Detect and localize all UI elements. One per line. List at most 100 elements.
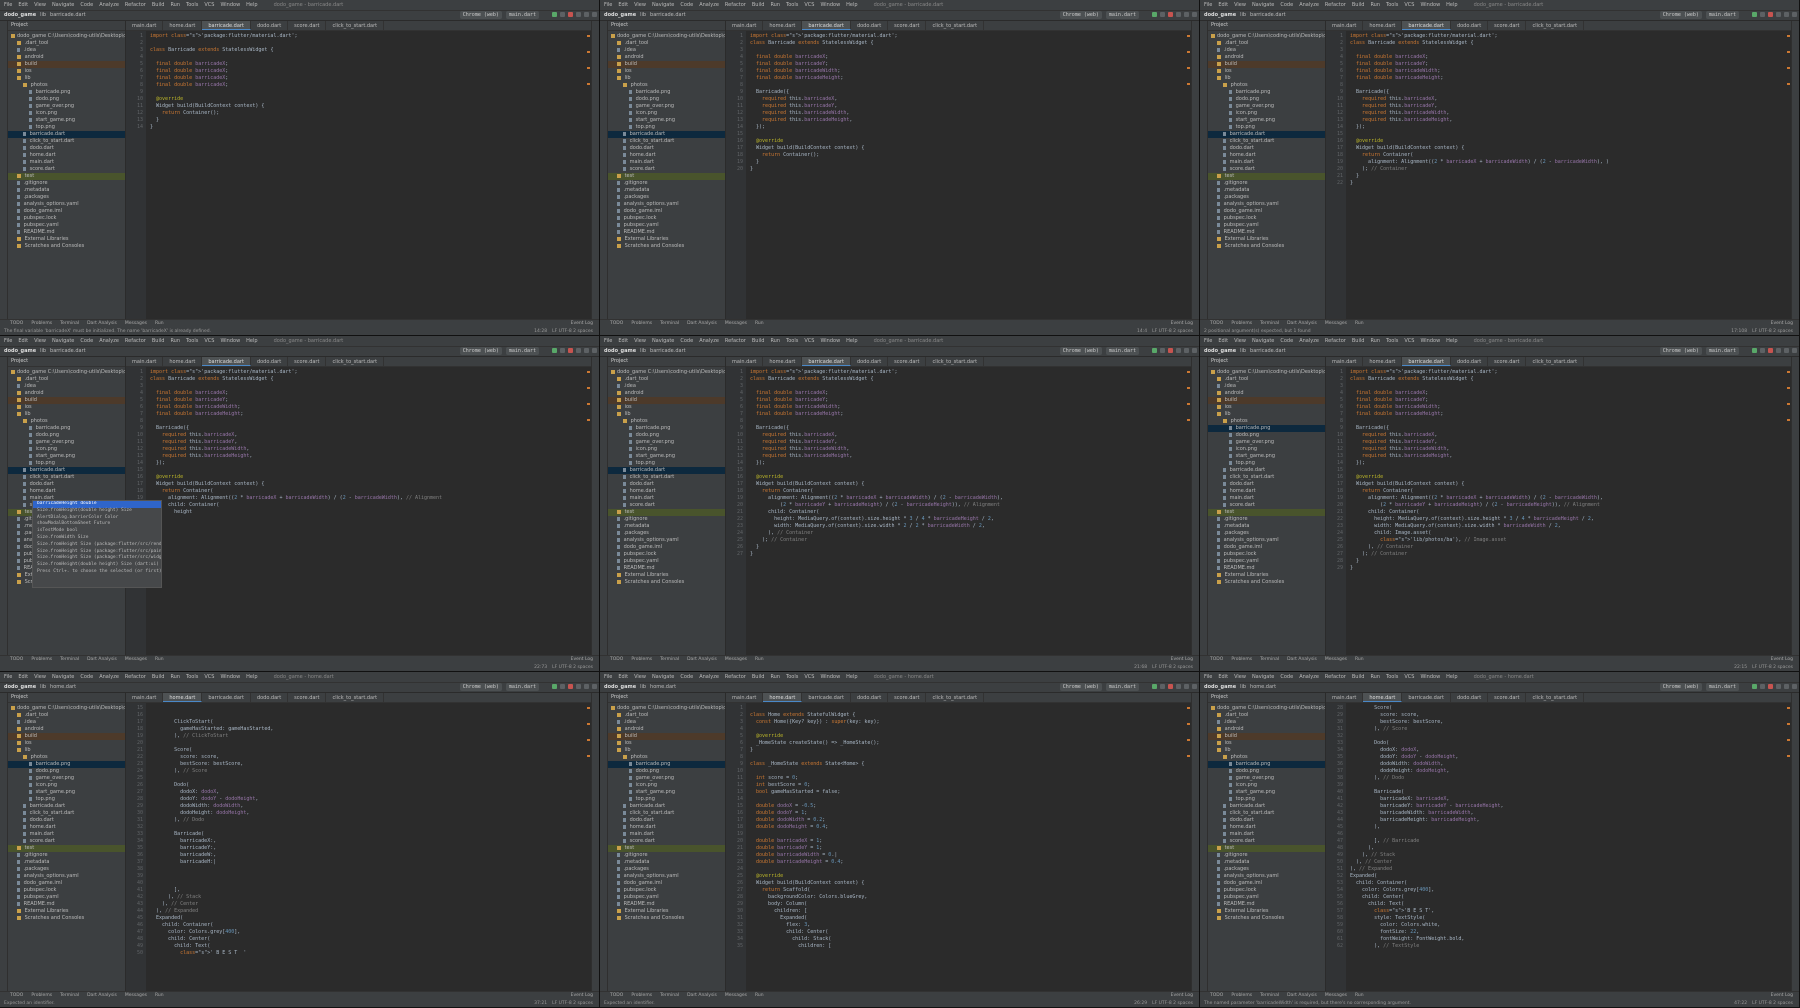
settings-icon[interactable] xyxy=(592,348,597,353)
tree-item[interactable]: dodo_game C:\Users\coding-utils\Desktop\… xyxy=(608,705,725,712)
menu-item-code[interactable]: Code xyxy=(80,2,93,9)
menu-item-analyze[interactable]: Analyze xyxy=(699,2,719,9)
tree-item[interactable]: android xyxy=(8,726,125,733)
encoding-indicator[interactable]: LF UTF-8 2 spaces xyxy=(552,665,593,670)
breadcrumb-item[interactable]: dodo_game xyxy=(1204,348,1236,355)
cursor-position[interactable]: 14:4 xyxy=(1137,329,1147,334)
encoding-indicator[interactable]: LF UTF-8 2 spaces xyxy=(552,329,593,334)
tab-score[interactable]: score.dart xyxy=(288,357,327,366)
tree-item[interactable]: .idea xyxy=(8,47,125,54)
code-text[interactable]: class Home extends StatefulWidget { cons… xyxy=(748,703,1185,991)
breadcrumb-item[interactable]: barricade.dart xyxy=(650,348,686,355)
run-icon[interactable] xyxy=(1152,12,1157,17)
left-tool-strip[interactable] xyxy=(0,21,8,319)
tree-item[interactable]: barricade.png xyxy=(1208,425,1325,432)
tree-item[interactable]: top.png xyxy=(8,460,125,467)
menu-item-run[interactable]: Run xyxy=(770,2,780,9)
tool-window-problems[interactable]: Problems xyxy=(631,656,652,663)
tool-window-terminal[interactable]: Terminal xyxy=(660,656,679,663)
tree-item[interactable]: pubspec.lock xyxy=(1208,887,1325,894)
tab-dodo[interactable]: dodo.dart xyxy=(851,21,889,30)
tree-item[interactable]: android xyxy=(8,54,125,61)
menu-item-vcs[interactable]: VCS xyxy=(804,2,814,9)
menu-item-code[interactable]: Code xyxy=(80,674,93,681)
left-tool-strip[interactable] xyxy=(1200,21,1208,319)
tree-item[interactable]: .metadata xyxy=(608,187,725,194)
tree-item[interactable]: pubspec.yaml xyxy=(608,222,725,229)
debug-icon[interactable] xyxy=(1160,12,1165,17)
tab-click-to-start[interactable]: click_to_start.dart xyxy=(926,693,985,702)
menu-item-vcs[interactable]: VCS xyxy=(204,338,214,345)
tree-item[interactable]: Scratches and Consoles xyxy=(1208,243,1325,250)
tree-item[interactable]: pubspec.yaml xyxy=(608,894,725,901)
tree-item[interactable]: icon.png xyxy=(1208,782,1325,789)
breadcrumb-item[interactable]: barricade.dart xyxy=(50,348,86,355)
tree-item[interactable]: build xyxy=(608,397,725,404)
menu-item-tools[interactable]: Tools xyxy=(786,338,798,345)
tree-item[interactable]: game_over.png xyxy=(1208,775,1325,782)
tab-home[interactable]: home.dart xyxy=(763,21,803,30)
menu-item-tools[interactable]: Tools xyxy=(1386,674,1398,681)
tree-item[interactable]: .dart_tool xyxy=(1208,376,1325,383)
debug-icon[interactable] xyxy=(1160,348,1165,353)
tree-item[interactable]: icon.png xyxy=(8,782,125,789)
tree-item[interactable]: game_over.png xyxy=(608,103,725,110)
breadcrumb-item[interactable]: dodo_game xyxy=(1204,684,1236,691)
tree-item[interactable]: start_game.png xyxy=(608,789,725,796)
tree-item[interactable]: photos xyxy=(608,82,725,89)
tree-item[interactable]: click_to_start.dart xyxy=(8,810,125,817)
tree-item[interactable]: lib xyxy=(608,411,725,418)
tool-window-run[interactable]: Run xyxy=(755,320,764,327)
project-panel-header[interactable]: Project xyxy=(8,693,125,703)
tab-barricade[interactable]: barricade.dart xyxy=(1402,21,1451,30)
menu-item-view[interactable]: View xyxy=(34,2,46,9)
run-icon[interactable] xyxy=(1752,348,1757,353)
tree-item[interactable]: barricade.png xyxy=(608,761,725,768)
right-tool-strip[interactable] xyxy=(1791,21,1799,319)
tree-item[interactable]: game_over.png xyxy=(8,439,125,446)
menu-item-view[interactable]: View xyxy=(634,338,646,345)
tree-item[interactable]: pubspec.yaml xyxy=(1208,222,1325,229)
tool-window-terminal[interactable]: Terminal xyxy=(1260,656,1279,663)
tree-item[interactable]: photos xyxy=(608,754,725,761)
settings-icon[interactable] xyxy=(1192,684,1197,689)
tab-main[interactable]: main.dart xyxy=(1326,693,1364,702)
tree-item[interactable]: ios xyxy=(1208,404,1325,411)
tree-item[interactable]: .idea xyxy=(608,47,725,54)
cursor-position[interactable]: 17:108 xyxy=(1731,329,1747,334)
tool-window-run[interactable]: Run xyxy=(1355,320,1364,327)
tree-item[interactable]: start_game.png xyxy=(608,453,725,460)
tree-item[interactable]: .metadata xyxy=(1208,523,1325,530)
tree-item[interactable]: dodo_game.iml xyxy=(8,880,125,887)
tab-home[interactable]: home.dart xyxy=(1363,693,1403,702)
menu-item-build[interactable]: Build xyxy=(1352,338,1365,345)
tree-item[interactable]: main.dart xyxy=(8,159,125,166)
tree-item[interactable]: home.dart xyxy=(608,152,725,159)
menu-item-file[interactable]: File xyxy=(1204,338,1212,345)
menu-item-code[interactable]: Code xyxy=(80,338,93,345)
tree-item[interactable]: README.md xyxy=(1208,901,1325,908)
menu-item-edit[interactable]: Edit xyxy=(618,674,628,681)
tree-item[interactable]: barricade.dart xyxy=(8,803,125,810)
left-tool-strip[interactable] xyxy=(0,357,8,655)
run-icon[interactable] xyxy=(1752,12,1757,17)
tool-window-terminal[interactable]: Terminal xyxy=(1260,992,1279,999)
settings-icon[interactable] xyxy=(1192,348,1197,353)
tool-window-todo[interactable]: TODO xyxy=(610,992,623,999)
right-tool-strip[interactable] xyxy=(591,21,599,319)
tree-item[interactable]: top.png xyxy=(1208,124,1325,131)
tree-item[interactable]: home.dart xyxy=(8,488,125,495)
tab-barricade[interactable]: barricade.dart xyxy=(802,693,851,702)
tab-home[interactable]: home.dart xyxy=(163,693,203,702)
tree-item[interactable]: score.dart xyxy=(8,838,125,845)
breadcrumb-item[interactable]: home.dart xyxy=(650,684,676,691)
breadcrumb-item[interactable]: barricade.dart xyxy=(1250,348,1286,355)
menu-item-window[interactable]: Window xyxy=(220,674,240,681)
left-tool-strip[interactable] xyxy=(1200,357,1208,655)
menu-item-window[interactable]: Window xyxy=(1420,2,1440,9)
tree-item[interactable]: build xyxy=(8,397,125,404)
menu-item-run[interactable]: Run xyxy=(1370,338,1380,345)
reload-icon[interactable] xyxy=(576,684,581,689)
code-editor[interactable]: main.dart home.dart barricade.dart dodo.dar… xyxy=(726,357,1191,655)
tree-item[interactable]: dodo.dart xyxy=(8,817,125,824)
